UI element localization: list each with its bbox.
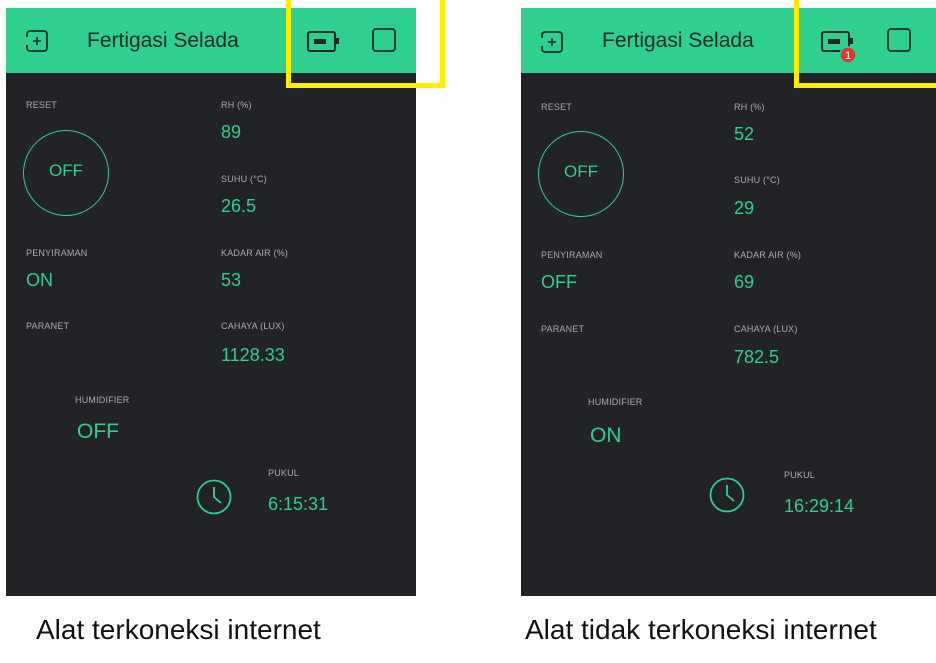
cahaya-value: 1128.33 [221, 345, 285, 365]
kadar-air-label: KADAR AIR (%) [221, 248, 289, 258]
kadar-air-value: 53 [221, 270, 242, 290]
app-title: Fertigasi Selada [602, 29, 754, 52]
penyiraman-value[interactable]: OFF [541, 272, 577, 293]
humidifier-label: HUMIDIFIER [75, 395, 130, 405]
cahaya-label: CAHAYA (LUX) [221, 321, 285, 331]
reset-button[interactable]: OFF [23, 130, 109, 216]
reset-label: RESET [26, 100, 58, 110]
paranet-label: PARANET [26, 321, 70, 331]
reset-button-value: OFF [49, 161, 83, 180]
rh-value: 89 [221, 122, 242, 142]
reset-label: RESET [541, 102, 573, 112]
clock-icon [195, 478, 233, 521]
kadar-air-value: 69 [734, 272, 755, 292]
phone-screen-connected: Fertigasi Selada RESET OFF RH (%) 89 SUH… [6, 8, 416, 596]
suhu-value: 26.5 [221, 196, 257, 216]
penyiraman-label: PENYIRAMAN [541, 250, 603, 260]
penyiraman-label: PENYIRAMAN [26, 248, 88, 258]
pukul-value: 6:15:31 [268, 494, 329, 514]
suhu-value: 29 [734, 198, 755, 218]
humidifier-value[interactable]: OFF [77, 420, 119, 444]
reset-button[interactable]: OFF [538, 131, 624, 217]
cahaya-value: 782.5 [734, 347, 780, 367]
penyiraman-value[interactable]: ON [26, 270, 53, 291]
caption-connected: Alat terkoneksi internet [36, 614, 321, 645]
back-icon[interactable] [24, 28, 50, 59]
rh-label: RH (%) [734, 102, 765, 112]
pukul-label: PUKUL [784, 470, 816, 480]
rh-value: 52 [734, 124, 755, 144]
suhu-label: SUHU (°C) [734, 175, 780, 185]
cahaya-label: CAHAYA (LUX) [734, 324, 798, 334]
highlight-box-disconnected [794, 0, 936, 88]
suhu-label: SUHU (°C) [221, 174, 267, 184]
app-title: Fertigasi Selada [87, 29, 239, 52]
rh-label: RH (%) [221, 100, 252, 110]
humidifier-value[interactable]: ON [590, 424, 622, 448]
highlight-box-connected [286, 0, 445, 88]
pukul-value: 16:29:14 [784, 496, 855, 516]
back-icon[interactable] [539, 29, 565, 60]
paranet-label: PARANET [541, 324, 585, 334]
caption-disconnected: Alat tidak terkoneksi internet [525, 614, 877, 645]
clock-icon [708, 476, 746, 519]
humidifier-label: HUMIDIFIER [588, 397, 643, 407]
phone-screen-disconnected: Fertigasi Selada 1 RESET OFF RH (%) 52 S… [521, 8, 936, 596]
pukul-label: PUKUL [268, 468, 300, 478]
reset-button-value: OFF [564, 162, 598, 181]
kadar-air-label: KADAR AIR (%) [734, 250, 802, 260]
